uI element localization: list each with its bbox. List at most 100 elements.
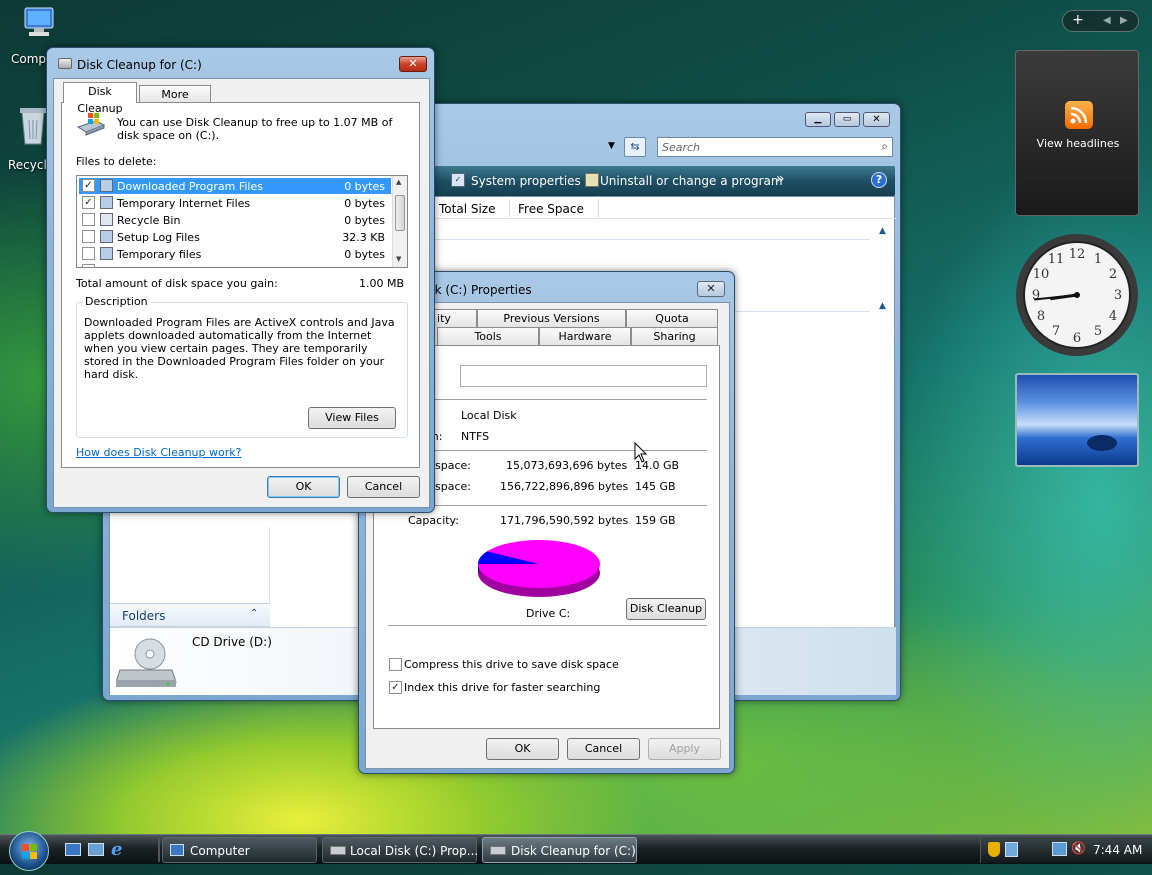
security-shield-icon[interactable] bbox=[988, 842, 1000, 857]
file-checkbox[interactable]: ✓ bbox=[82, 179, 95, 192]
free-space-gb: 145 GB bbox=[635, 480, 676, 493]
network-icon[interactable] bbox=[1052, 842, 1067, 856]
search-input[interactable]: Search ⌕ bbox=[657, 137, 893, 157]
scroll-thumb[interactable] bbox=[395, 195, 405, 231]
start-button[interactable] bbox=[9, 831, 49, 871]
refresh-button[interactable]: ⇆ bbox=[624, 137, 646, 157]
svg-text:10: 10 bbox=[1033, 267, 1050, 282]
close-button[interactable]: ✕ bbox=[863, 112, 890, 127]
file-checkbox[interactable] bbox=[82, 247, 95, 260]
svg-text:6: 6 bbox=[1073, 331, 1081, 346]
capacity-label: Capacity: bbox=[408, 514, 459, 527]
column-divider bbox=[509, 199, 510, 217]
taskbar-button-disk-cleanup[interactable]: Disk Cleanup for (C:) bbox=[482, 837, 637, 863]
svg-text:12: 12 bbox=[1069, 247, 1086, 262]
divider bbox=[433, 399, 707, 400]
feed-gadget[interactable]: View headlines bbox=[1015, 50, 1139, 216]
windows-logo-icon bbox=[22, 844, 37, 859]
capacity-gb: 159 GB bbox=[635, 514, 676, 527]
file-row[interactable]: Setup Log Files 32.3 KB bbox=[79, 229, 391, 245]
taskbar-button-computer[interactable]: Computer bbox=[162, 837, 317, 863]
mouse-cursor-icon bbox=[634, 441, 648, 467]
scroll-down-icon[interactable]: ▼ bbox=[396, 255, 401, 263]
switch-windows-icon[interactable] bbox=[88, 843, 104, 856]
tab-tools[interactable]: Tools bbox=[437, 327, 539, 345]
more-commands-button[interactable]: » bbox=[776, 171, 785, 187]
file-row[interactable]: Recycle Bin 0 bytes bbox=[79, 212, 391, 228]
address-dropdown-icon[interactable]: ▼ bbox=[608, 141, 615, 151]
system-properties-button[interactable]: System properties bbox=[471, 174, 581, 188]
rss-icon bbox=[1065, 101, 1093, 129]
scroll-up-icon[interactable]: ▲ bbox=[396, 178, 401, 186]
tab-sharing[interactable]: Sharing bbox=[631, 327, 718, 345]
disk-cleanup-close-button[interactable]: ✕ bbox=[399, 56, 427, 72]
cleanup-cancel-button[interactable]: Cancel bbox=[347, 476, 420, 498]
column-total-size[interactable]: Total Size bbox=[439, 202, 495, 216]
file-size: 0 bytes bbox=[344, 214, 385, 227]
tab-disk-cleanup[interactable]: Disk Cleanup bbox=[63, 82, 137, 115]
file-checkbox[interactable]: ✓ bbox=[82, 196, 95, 209]
taskbar-button-properties[interactable]: Local Disk (C:) Prop... bbox=[322, 837, 478, 863]
maximize-button[interactable]: ▭ bbox=[834, 112, 860, 127]
system-clock[interactable]: 7:44 AM bbox=[1093, 843, 1142, 857]
internet-explorer-icon[interactable]: e bbox=[111, 839, 122, 860]
disk-cleanup-icon bbox=[490, 846, 506, 855]
cd-drive-label: CD Drive (D:) bbox=[192, 635, 272, 649]
chevron-up-icon: ⌃ bbox=[250, 608, 259, 619]
svg-text:5: 5 bbox=[1094, 324, 1102, 339]
description-text: Downloaded Program Files are ActiveX con… bbox=[84, 316, 395, 381]
file-row[interactable]: ✓ Temporary Internet Files 0 bytes bbox=[79, 195, 391, 211]
file-checkbox[interactable] bbox=[82, 230, 95, 243]
file-row[interactable] bbox=[79, 263, 391, 267]
tab-quota[interactable]: Quota bbox=[626, 309, 718, 327]
file-size: 32.3 KB bbox=[342, 231, 385, 244]
notification-area: 🔇 7:44 AM bbox=[980, 837, 1152, 863]
prev-icon[interactable]: ◀ bbox=[1103, 15, 1111, 26]
next-icon[interactable]: ▶ bbox=[1120, 15, 1128, 26]
divider bbox=[388, 505, 707, 506]
tab-more-options[interactable]: More Options bbox=[139, 85, 211, 118]
properties-cancel-button[interactable]: Cancel bbox=[567, 738, 640, 760]
disk-cleanup-button[interactable]: Disk Cleanup bbox=[626, 598, 706, 620]
compress-checkbox[interactable] bbox=[389, 658, 402, 671]
taskbar-button-label: Computer bbox=[190, 844, 250, 858]
tab-previous-versions[interactable]: Previous Versions bbox=[477, 309, 626, 327]
collapse-group-icon[interactable]: ▲ bbox=[879, 301, 886, 311]
help-icon[interactable]: ? bbox=[871, 172, 887, 188]
files-list[interactable]: ✓ Downloaded Program Files 0 bytes ✓ Tempora… bbox=[76, 175, 408, 268]
file-system-value: NTFS bbox=[461, 430, 490, 443]
properties-close-button[interactable]: ✕ bbox=[697, 281, 725, 297]
folders-bar[interactable]: Folders ⌃ bbox=[110, 603, 270, 627]
svg-text:4: 4 bbox=[1109, 309, 1117, 324]
collapse-group-icon[interactable]: ▲ bbox=[879, 226, 886, 236]
tab-hardware[interactable]: Hardware bbox=[539, 327, 631, 345]
file-row[interactable]: Temporary files 0 bytes bbox=[79, 246, 391, 262]
add-gadget-button[interactable]: + bbox=[1072, 12, 1084, 28]
group-divider bbox=[400, 239, 870, 240]
list-scrollbar[interactable]: ▲ ▼ bbox=[392, 176, 407, 267]
view-files-button[interactable]: View Files bbox=[308, 407, 396, 429]
properties-apply-button[interactable]: Apply bbox=[648, 738, 721, 760]
column-free-space[interactable]: Free Space bbox=[518, 202, 584, 216]
total-gain-value: 1.00 MB bbox=[359, 277, 405, 290]
minimize-button[interactable]: ▁ bbox=[805, 112, 831, 127]
file-row[interactable]: ✓ Downloaded Program Files 0 bytes bbox=[79, 178, 391, 194]
free-space-label: space: bbox=[435, 480, 471, 493]
file-checkbox[interactable] bbox=[82, 264, 95, 267]
slideshow-gadget[interactable] bbox=[1015, 373, 1139, 467]
volume-muted-icon[interactable]: 🔇 bbox=[1071, 841, 1086, 855]
index-checkbox[interactable]: ✓ bbox=[389, 681, 402, 694]
file-name: Recycle Bin bbox=[117, 214, 181, 227]
sidebar-icon[interactable] bbox=[1005, 842, 1018, 857]
feed-label: View headlines bbox=[1036, 137, 1120, 150]
volume-name-input[interactable] bbox=[460, 365, 707, 387]
properties-ok-button[interactable]: OK bbox=[486, 738, 559, 760]
file-checkbox[interactable] bbox=[82, 213, 95, 226]
svg-text:8: 8 bbox=[1037, 309, 1045, 324]
help-link[interactable]: How does Disk Cleanup work? bbox=[76, 446, 241, 459]
disk-usage-pie-chart bbox=[478, 540, 600, 597]
show-desktop-icon[interactable] bbox=[65, 843, 81, 856]
cleanup-ok-button[interactable]: OK bbox=[267, 476, 340, 498]
computer-icon bbox=[170, 844, 184, 856]
uninstall-program-button[interactable]: Uninstall or change a program bbox=[600, 174, 783, 188]
